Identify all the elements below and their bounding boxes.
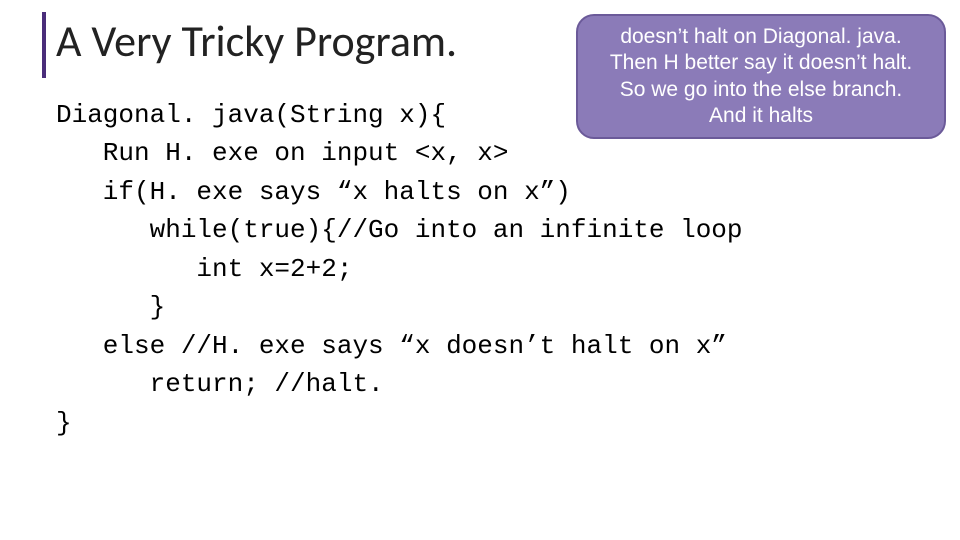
code-line: else //H. exe says “x doesn’t halt on x”: [56, 331, 727, 361]
callout-line: doesn’t halt on Diagonal. java.: [584, 24, 938, 50]
code-line: int x=2+2;: [56, 254, 352, 284]
callout-line: Then H better say it doesn’t halt.: [584, 50, 938, 76]
callout-box: doesn’t halt on Diagonal. java. Then H b…: [576, 14, 946, 139]
code-line: }: [56, 292, 165, 322]
code-line: Run H. exe on input <x, x>: [56, 138, 508, 168]
accent-bar: [42, 12, 46, 78]
code-line: if(H. exe says “x halts on x”): [56, 177, 571, 207]
callout-line: So we go into the else branch.: [584, 77, 938, 103]
callout-line: And it halts: [584, 103, 938, 129]
slide-title: A Very Tricky Program.: [56, 14, 457, 68]
code-block: Diagonal. java(String x){ Run H. exe on …: [56, 96, 743, 442]
code-line: }: [56, 408, 72, 438]
code-line: while(true){//Go into an infinite loop: [56, 215, 743, 245]
code-line: Diagonal. java(String x){: [56, 100, 446, 130]
code-line: return; //halt.: [56, 369, 384, 399]
